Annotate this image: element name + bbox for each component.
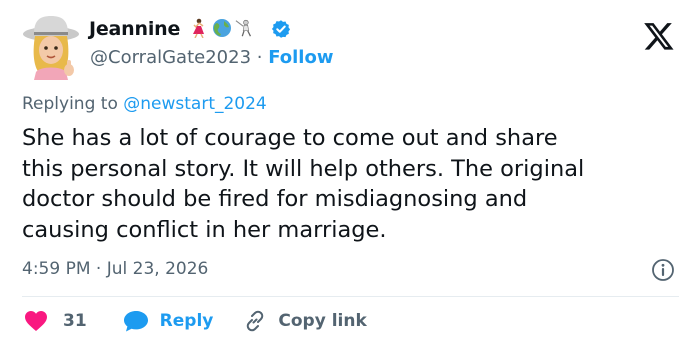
copy-link-button[interactable]: Copy link [243,309,367,333]
heart-icon [25,311,47,331]
handle-row: @CorralGate2023 · Follow [90,47,333,68]
handle-separator: · [251,47,269,68]
tweet-line: doctor should be fired for misdiagnosing… [22,186,528,212]
info-icon[interactable] [651,258,675,282]
display-name[interactable]: Jeannine [89,18,180,40]
mention-link[interactable]: @newstart_2024 [123,94,267,114]
woman-dancing-icon [189,17,209,39]
tweet-line: this personal story. It will help others… [22,155,585,182]
name-emojis [189,17,255,39]
divider [22,296,679,297]
avatar[interactable] [22,14,80,80]
timestamp[interactable]: 4:59 PM · Jul 23, 2026 [22,259,208,279]
reply-label: Reply [159,311,214,331]
globe-icon [212,17,232,39]
like-count: 31 [63,311,87,331]
copy-link-label: Copy link [278,311,367,331]
user-handle[interactable]: @CorralGate2023 [90,47,251,68]
tweet-text: She has a lot of courage to come out and… [22,123,682,245]
tweet-line: She has a lot of courage to come out and… [22,125,558,151]
fencer-icon [235,17,255,39]
action-bar: 31 Reply Copy link [24,309,367,333]
follow-button[interactable]: Follow [268,47,333,68]
like-button[interactable]: 31 [24,310,87,332]
replying-to: Replying to @newstart_2024 [22,94,267,114]
replying-to-label: Replying to [22,94,124,114]
verified-badge-icon [271,19,291,39]
tweet-line: causing conflict in her marriage. [22,216,387,243]
link-icon [247,310,264,332]
speech-bubble-icon [123,311,148,332]
x-logo-icon[interactable] [642,20,676,52]
reply-button[interactable]: Reply [123,309,214,333]
